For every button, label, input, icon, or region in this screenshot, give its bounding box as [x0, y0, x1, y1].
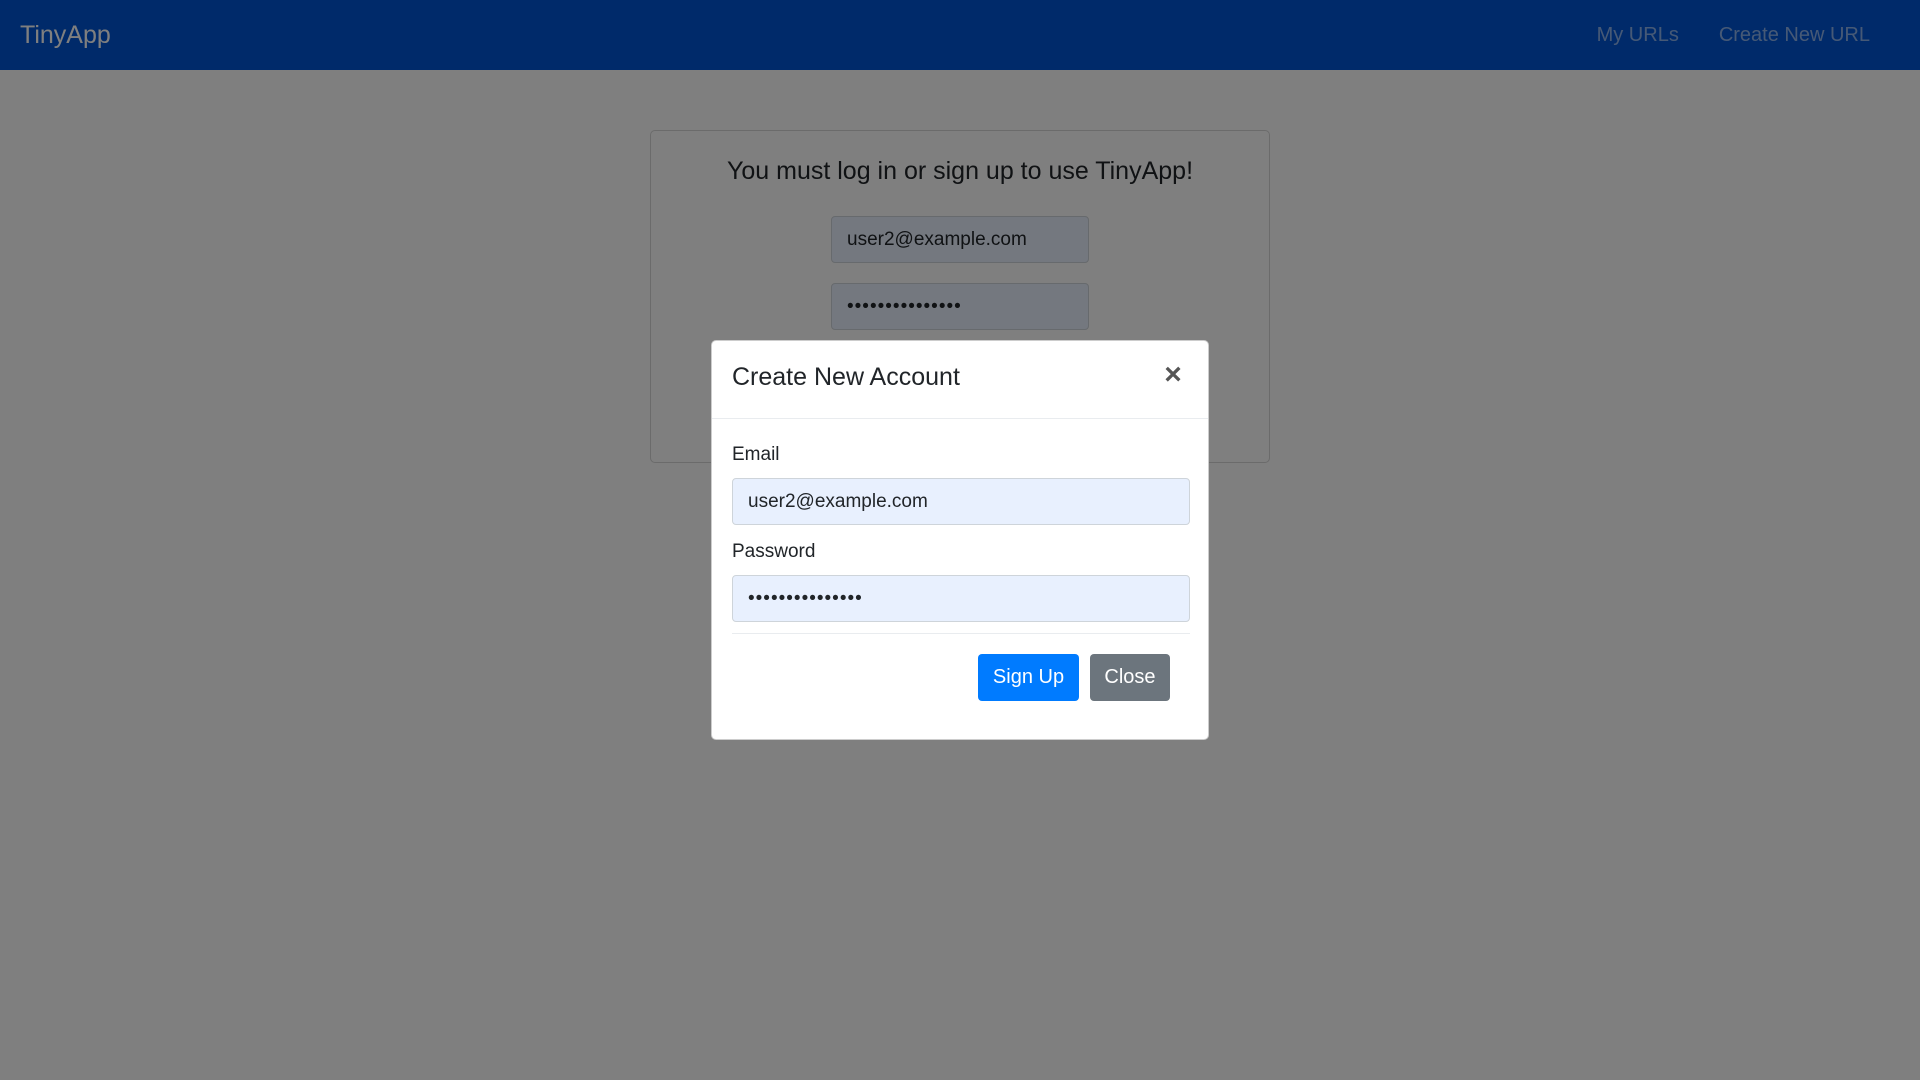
- close-button[interactable]: Close: [1090, 654, 1170, 701]
- modal-divider: [732, 633, 1190, 634]
- email-label: Email: [732, 444, 780, 465]
- modal-header: Create New Account ×: [712, 341, 1208, 419]
- email-field[interactable]: user2@example.com: [732, 478, 1190, 525]
- create-account-modal: Create New Account × Email user2@example…: [711, 340, 1209, 740]
- password-label: Password: [732, 541, 816, 562]
- modal-title: Create New Account: [732, 363, 960, 391]
- close-icon[interactable]: ×: [1158, 360, 1188, 391]
- sign-up-button[interactable]: Sign Up: [978, 654, 1079, 701]
- password-field[interactable]: •••••••••••••••: [732, 575, 1190, 622]
